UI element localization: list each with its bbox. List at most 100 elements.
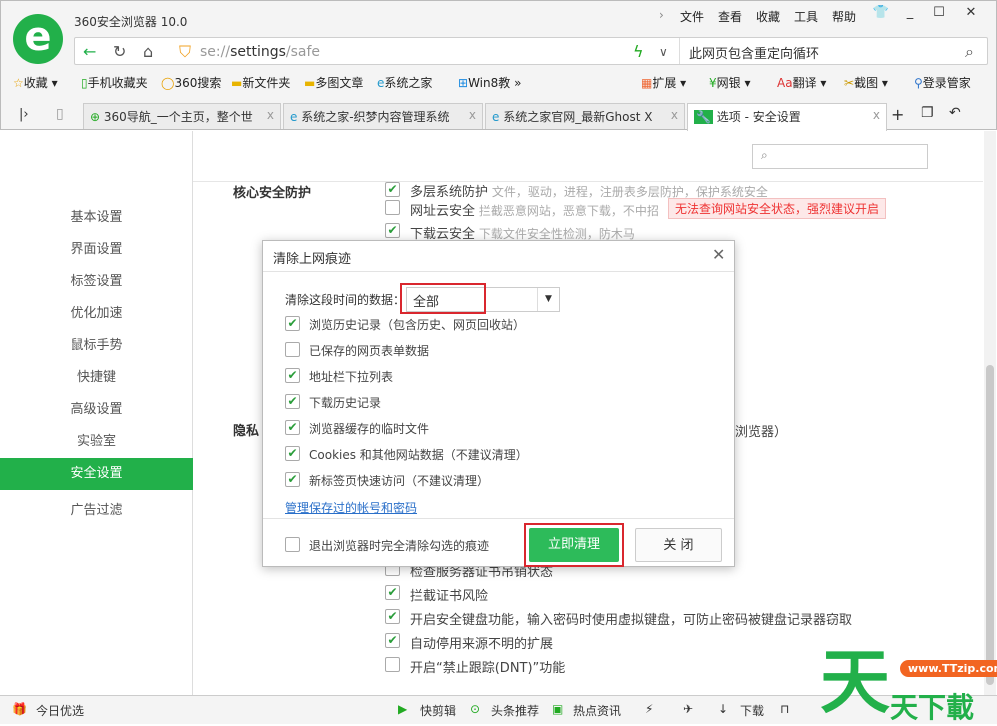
checkbox-history[interactable]: ✔ (285, 316, 300, 331)
skin-icon[interactable]: 👕 (867, 5, 895, 25)
tab-xitong-dede[interactable]: e 系统之家-织梦内容管理系统x (283, 103, 483, 129)
checkbox-secure-keyboard[interactable]: ✔ (385, 609, 400, 624)
dialog-close-button[interactable]: 关 闭 (635, 528, 722, 562)
bookmark-win8[interactable]: ⊞Win8教 » (458, 74, 521, 91)
sidebar-item-basic[interactable]: 基本设置 (0, 202, 193, 234)
layout-icon[interactable]: ⊓ (780, 702, 789, 716)
settings-search-input[interactable]: ⌕ (752, 144, 928, 169)
chevron-down-icon[interactable]: ∨ (659, 45, 668, 59)
time-range-label: 清除这段时间的数据： (285, 291, 405, 308)
checkbox-cert-risk[interactable]: ✔ (385, 585, 400, 600)
search-input[interactable]: 此网页包含重定向循环 (689, 43, 819, 62)
checkbox-address-dropdown[interactable]: ✔ (285, 368, 300, 383)
checkbox-cookies[interactable]: ✔ (285, 446, 300, 461)
scrollbar-thumb[interactable] (986, 365, 994, 685)
browser-logo: e (13, 14, 63, 64)
warning-badge: 无法查询网站安全状态，强烈建议开启 (668, 198, 886, 219)
ebank-button[interactable]: ¥网银 ▾ (709, 74, 751, 91)
item-download-history: 下载历史记录 (309, 394, 381, 411)
item-quick-access: 新标签页快速访问（不建议清理） (309, 472, 489, 489)
mobile-icon[interactable]: ▯ (56, 106, 64, 122)
refresh-icon[interactable]: ↻ (113, 42, 126, 61)
maximize-button[interactable]: ☐ (925, 5, 953, 25)
tab-list-icon[interactable]: ❐ (921, 105, 934, 121)
status-clip[interactable]: 快剪辑 (420, 702, 456, 719)
extensions-button[interactable]: ▦扩展 ▾ (641, 74, 686, 91)
status-download[interactable]: 下载 (740, 702, 764, 719)
menu-help[interactable]: 帮助 (832, 8, 856, 25)
checkbox-cache[interactable]: ✔ (285, 420, 300, 435)
manage-passwords-link[interactable]: 管理保存过的帐号和密码 (285, 499, 417, 516)
checkbox-dnt[interactable] (385, 657, 400, 672)
new-tab-icon[interactable]: + (891, 105, 904, 124)
bookmark-newfolder[interactable]: ▬新文件夹 (231, 74, 290, 91)
menu-favorites[interactable]: 收藏 (756, 8, 780, 25)
search-icon[interactable]: ⌕ (965, 42, 974, 62)
item-history: 浏览历史记录（包含历史、网页回收站） (309, 316, 525, 333)
sidebar-item-interface[interactable]: 界面设置 (0, 234, 193, 266)
close-window-button[interactable]: ✕ (957, 5, 985, 25)
clear-now-button[interactable]: 立即清理 (529, 528, 619, 562)
tab-xitong-home[interactable]: e 系统之家官网_最新Ghost Xx (485, 103, 685, 129)
screenshot-button[interactable]: ✂截图 ▾ (844, 74, 888, 91)
back-icon[interactable]: ← (83, 42, 96, 61)
checkbox-download-cloud[interactable]: ✔ (385, 223, 400, 238)
tab-settings[interactable]: 🔧 选项 - 安全设置x (687, 103, 887, 131)
menu-view[interactable]: 查看 (718, 8, 742, 25)
url-input[interactable]: se://settings/safe (200, 44, 320, 60)
sidebar-item-lab[interactable]: 实验室 (0, 426, 193, 458)
sidebar-item-adblock[interactable]: 广告过滤 (0, 495, 193, 527)
translate-button[interactable]: Aa翻译 ▾ (777, 74, 826, 91)
menu-file[interactable]: 文件 (680, 8, 704, 25)
checkbox-clear-on-exit[interactable] (285, 537, 300, 552)
sidebar-item-security[interactable]: 安全设置 (0, 458, 193, 490)
item-cookies: Cookies 和其他网站数据（不建议清理） (309, 446, 528, 463)
menu-tools[interactable]: 工具 (794, 8, 818, 25)
dialog-title: 清除上网痕迹 (273, 248, 351, 267)
checkbox-quick-access[interactable]: ✔ (285, 472, 300, 487)
undo-close-icon[interactable]: ↶ (949, 105, 961, 121)
speed-icon[interactable]: ⚡ (645, 702, 653, 716)
bookmark-xitongzhijia[interactable]: e系统之家 (377, 74, 432, 91)
bookmark-multi[interactable]: ▬多图文章 (304, 74, 363, 91)
privacy-partial-text: 浏览器） (735, 421, 787, 440)
clear-data-dialog: 清除上网痕迹 ✕ 清除这段时间的数据： 全部▼ ✔ 浏览历史记录（包含历史、网页… (262, 240, 735, 567)
bookmark-favorites[interactable]: ☆收藏 ▾ (13, 74, 58, 91)
pin-icon[interactable]: ✈ (683, 702, 693, 716)
checkbox-form-data[interactable] (285, 342, 300, 357)
login-manager-button[interactable]: ⚲登录管家 (914, 74, 971, 91)
sidebar-item-tabs[interactable]: 标签设置 (0, 266, 193, 298)
option-disable-extensions: 自动停用来源不明的扩展 (410, 633, 553, 652)
tab-360nav[interactable]: ⊕ 360导航_一个主页，整个世x (83, 103, 281, 129)
checkbox-disable-extensions[interactable]: ✔ (385, 633, 400, 648)
lightning-icon[interactable]: ϟ (633, 42, 644, 61)
clip-icon: ▶ (398, 702, 407, 716)
option-cert-risk: 拦截证书风险 (410, 585, 488, 604)
sidebar-item-shortcuts[interactable]: 快捷键 (0, 362, 193, 394)
close-icon[interactable]: ✕ (712, 245, 725, 264)
highlight-box (400, 283, 486, 314)
option-dnt: 开启“禁止跟踪(DNT)”功能 (410, 657, 565, 676)
sidebar-item-optimize[interactable]: 优化加速 (0, 298, 193, 330)
shield-icon: ⛉ (179, 42, 191, 62)
status-news[interactable]: 热点资讯 (573, 702, 621, 719)
checkbox-system-protection[interactable]: ✔ (385, 182, 400, 197)
sidebar-item-mouse[interactable]: 鼠标手势 (0, 330, 193, 362)
search-icon: ⌕ (761, 148, 768, 163)
option-secure-keyboard: 开启安全键盘功能，输入密码时使用虚拟键盘，可防止密码被键盘记录器窃取 (410, 609, 852, 628)
minimize-button[interactable]: _ (896, 5, 924, 25)
item-address-dropdown: 地址栏下拉列表 (309, 368, 393, 385)
bookmark-360search[interactable]: ◯360搜索 (161, 74, 221, 91)
sidebar-toggle-icon[interactable]: |› (19, 107, 29, 122)
bookmark-mobile[interactable]: ▯手机收藏夹 (81, 74, 148, 91)
checkbox-download-history[interactable]: ✔ (285, 394, 300, 409)
checkbox-url-cloud[interactable] (385, 200, 400, 215)
menu-expand-icon[interactable]: › (659, 8, 664, 22)
chevron-down-icon: ▼ (537, 288, 559, 311)
section-core-protection: 核心安全防护 (233, 182, 311, 201)
status-headlines[interactable]: 头条推荐 (491, 702, 539, 719)
today-picks[interactable]: 今日优选 (36, 702, 84, 719)
sidebar-item-advanced[interactable]: 高级设置 (0, 394, 193, 426)
item-form-data: 已保存的网页表单数据 (309, 342, 429, 359)
home-icon[interactable]: ⌂ (143, 42, 153, 61)
